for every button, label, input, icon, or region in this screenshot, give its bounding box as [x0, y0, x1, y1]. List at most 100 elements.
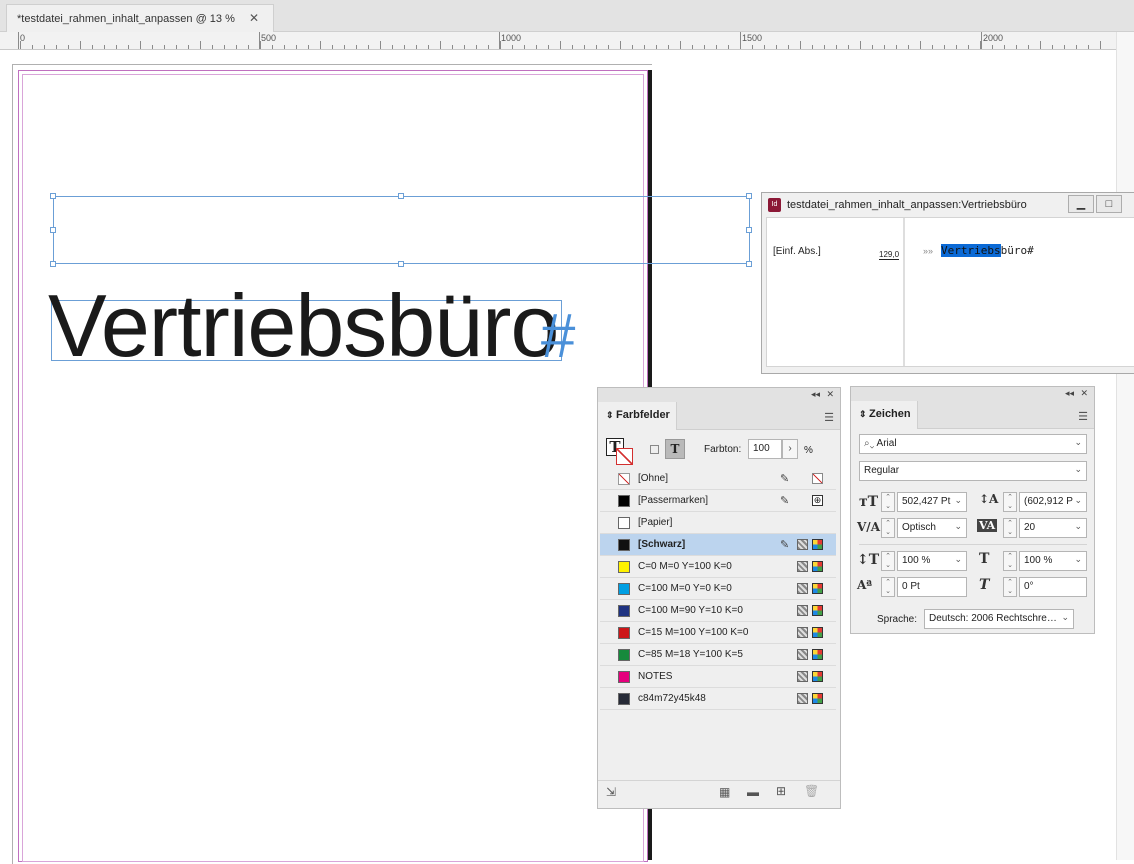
- ruler-tick: [632, 45, 633, 49]
- swatch-color-chip: [618, 649, 630, 661]
- empty-text-frame[interactable]: [53, 196, 750, 264]
- tint-slider-button[interactable]: ›: [782, 439, 798, 459]
- horizontal-scale-input[interactable]: 100 % ⌄: [1019, 551, 1087, 571]
- show-swatch-kinds-icon[interactable]: ▦: [719, 785, 730, 799]
- horizontal-scale-value: 100 %: [1024, 555, 1053, 566]
- ruler-tick: [644, 45, 645, 49]
- story-editor-window[interactable]: Id testdatei_rahmen_inhalt_anpassen:Vert…: [761, 192, 1134, 374]
- close-icon[interactable]: ✕: [826, 389, 834, 400]
- swatch-row[interactable]: [Papier]: [600, 512, 836, 534]
- chevron-down-icon: ⌄: [954, 495, 962, 505]
- new-folder-icon[interactable]: ▬: [747, 785, 759, 799]
- swatch-row[interactable]: c84m72y45k48: [600, 688, 836, 710]
- process-color-icon: [797, 671, 808, 682]
- vertical-scale-input[interactable]: 100 % ⌄: [897, 551, 967, 571]
- frame-handle[interactable]: [746, 261, 752, 267]
- ruler-tick: [128, 45, 129, 49]
- swatch-row[interactable]: [Ohne] ✎: [600, 468, 836, 490]
- frame-handle[interactable]: [398, 193, 404, 199]
- skew-stepper[interactable]: ⌃ ⌄: [1003, 577, 1017, 597]
- ruler-tick: [452, 45, 453, 49]
- ruler-tick: [1076, 45, 1077, 49]
- horizontal-ruler[interactable]: 0 500 1000 1500 2000: [0, 32, 1116, 50]
- fill-stroke-proxy[interactable]: T: [606, 438, 634, 466]
- frame-handle[interactable]: [398, 261, 404, 267]
- language-select[interactable]: Deutsch: 2006 Rechtschre… ⌄: [924, 609, 1074, 629]
- swatch-row[interactable]: [Schwarz] ✎: [600, 534, 836, 556]
- ruler-tick: [80, 41, 81, 49]
- minimize-button[interactable]: ▁: [1068, 195, 1094, 213]
- close-icon[interactable]: ✕: [249, 11, 259, 25]
- import-swatches-icon[interactable]: ⇲: [606, 785, 616, 799]
- ruler-tick: [368, 45, 369, 49]
- chevron-down-icon: ⌄: [1074, 437, 1082, 447]
- font-size-stepper[interactable]: ⌃ ⌄: [881, 492, 895, 512]
- ruler-tick: [800, 41, 801, 49]
- new-swatch-icon[interactable]: ⊞: [776, 784, 786, 798]
- swatch-row[interactable]: C=100 M=90 Y=10 K=0: [600, 600, 836, 622]
- text-format-icon[interactable]: T: [665, 439, 685, 459]
- leading-input[interactable]: (602,912 P ⌄: [1019, 492, 1087, 512]
- swatches-panel[interactable]: ◂◂ ✕ ⇕ Farbfelder ☰ T T Farbton: 100 › %…: [597, 387, 841, 809]
- swatches-footer: ⇲ ▦ ▬ ⊞ 🗑: [598, 780, 840, 808]
- tracking-stepper[interactable]: ⌃ ⌄: [1003, 518, 1017, 538]
- horizontal-scale-stepper[interactable]: ⌃ ⌄: [1003, 551, 1017, 571]
- frame-handle[interactable]: [746, 227, 752, 233]
- collapse-icon[interactable]: ◂◂: [811, 389, 820, 400]
- tint-input[interactable]: 100: [748, 439, 782, 459]
- font-size-input[interactable]: 502,427 Pt ⌄: [897, 492, 967, 512]
- story-editor-body[interactable]: [Einf. Abs.] 129,0 »» Vertriebsbüro#: [766, 217, 1134, 367]
- ruler-label: 500: [261, 33, 277, 43]
- maximize-button[interactable]: □: [1096, 195, 1122, 213]
- kerning-select[interactable]: Optisch ⌄: [897, 518, 967, 538]
- swatches-tab-row: ⇕ Farbfelder ☰: [598, 402, 840, 430]
- close-icon[interactable]: ✕: [1080, 388, 1088, 399]
- vertical-scrollbar[interactable]: [1116, 32, 1134, 860]
- frame-handle[interactable]: [50, 261, 56, 267]
- story-editor-titlebar[interactable]: Id testdatei_rahmen_inhalt_anpassen:Vert…: [762, 193, 1134, 217]
- swatch-row[interactable]: C=15 M=100 Y=100 K=0: [600, 622, 836, 644]
- frame-handle[interactable]: [746, 193, 752, 199]
- font-size-value: 502,427 Pt: [902, 496, 951, 507]
- cmyk-mode-icon: [812, 539, 823, 550]
- margin-guide-inner: [22, 74, 644, 862]
- ruler-tick: [584, 45, 585, 49]
- tracking-select[interactable]: 20 ⌄: [1019, 518, 1087, 538]
- ruler-tick: [1016, 45, 1017, 49]
- swatch-row[interactable]: [Passermarken] ✎ ⊕: [600, 490, 836, 512]
- vertical-scale-stepper[interactable]: ⌃ ⌄: [881, 551, 895, 571]
- font-family-select[interactable]: ⌕⌄ Arial ⌄: [859, 434, 1087, 454]
- story-text[interactable]: Vertriebsbüro#: [941, 244, 1034, 257]
- baseline-shift-input[interactable]: 0 Pt: [897, 577, 967, 597]
- font-style-select[interactable]: Regular ⌄: [859, 461, 1087, 481]
- story-text-rest[interactable]: büro#: [1001, 244, 1034, 257]
- skew-input[interactable]: 0°: [1019, 577, 1087, 597]
- swatch-row[interactable]: C=100 M=0 Y=0 K=0: [600, 578, 836, 600]
- frame-handle[interactable]: [50, 227, 56, 233]
- frame-handle[interactable]: [50, 193, 56, 199]
- collapse-icon[interactable]: ◂◂: [1065, 388, 1074, 399]
- selected-text[interactable]: Vertriebs: [941, 244, 1001, 257]
- tab-zeichen[interactable]: ⇕ Zeichen: [851, 401, 918, 429]
- ruler-tick: [104, 45, 105, 49]
- swatch-color-chip: [618, 671, 630, 683]
- tab-farbfelder[interactable]: ⇕ Farbfelder: [598, 402, 677, 430]
- ruler-tick: [764, 45, 765, 49]
- baseline-shift-stepper[interactable]: ⌃ ⌄: [881, 577, 895, 597]
- swatch-row[interactable]: C=0 M=0 Y=100 K=0: [600, 556, 836, 578]
- character-panel[interactable]: ◂◂ ✕ ⇕ Zeichen ☰ ⌕⌄ Arial ⌄ Regular ⌄ ᴛT…: [850, 386, 1095, 634]
- story-editor-title: testdatei_rahmen_inhalt_anpassen:Vertrie…: [787, 199, 1027, 211]
- document-tab[interactable]: *testdatei_rahmen_inhalt_anpassen @ 13 %…: [6, 4, 274, 32]
- container-format-icon[interactable]: [650, 445, 659, 454]
- panel-menu-icon[interactable]: ☰: [1078, 410, 1088, 423]
- panel-menu-icon[interactable]: ☰: [824, 411, 834, 424]
- kerning-stepper[interactable]: ⌃ ⌄: [881, 518, 895, 538]
- delete-swatch-icon[interactable]: 🗑: [804, 784, 819, 798]
- baseline-shift-icon: Aª: [857, 578, 873, 592]
- leading-stepper[interactable]: ⌃ ⌄: [1003, 492, 1017, 512]
- swatch-row[interactable]: NOTES: [600, 666, 836, 688]
- swatch-row[interactable]: C=85 M=18 Y=100 K=5: [600, 644, 836, 666]
- canvas-text[interactable]: Vertriebsbüro: [48, 282, 559, 370]
- ruler-tick: [692, 45, 693, 49]
- stroke-none-icon[interactable]: [616, 448, 633, 465]
